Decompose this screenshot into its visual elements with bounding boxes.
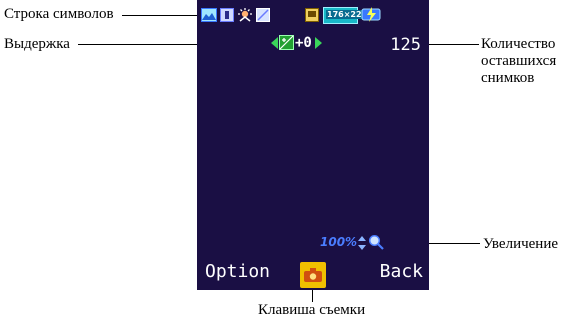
battery-charging-icon: [361, 7, 381, 22]
remaining-annotation: Количество оставшихся снимков: [481, 36, 556, 87]
remaining-annotation-line1: Количество: [481, 36, 556, 52]
exposure-left-arrow-icon[interactable]: [271, 37, 278, 49]
zoom-updown-arrows-icon[interactable]: [357, 235, 367, 251]
back-softkey[interactable]: Back: [380, 261, 423, 282]
memory-icon[interactable]: [305, 8, 319, 22]
exposure-annotation: Выдержка: [4, 36, 70, 52]
option-softkey[interactable]: Option: [205, 261, 270, 282]
camera-icon: [304, 268, 322, 282]
effect-off-icon[interactable]: [256, 8, 270, 22]
zoom-level: 100%: [320, 235, 358, 249]
resolution-icon[interactable]: 176×220: [323, 7, 369, 24]
shutter-key-annotation: Клавиша съемки: [258, 302, 366, 318]
magnifier-icon: [368, 234, 384, 250]
shutter-key-leader-line: [312, 288, 313, 302]
single-shot-icon[interactable]: [220, 8, 234, 22]
remaining-annotation-line3: снимков: [481, 70, 535, 86]
exposure-icon: [279, 35, 294, 50]
exposure-right-arrow-icon[interactable]: [315, 37, 322, 49]
status-bar-annotation: Строка символов: [4, 6, 114, 22]
zoom-annotation: Увеличение: [483, 236, 559, 252]
remaining-annotation-line2: оставшихся: [481, 53, 557, 69]
camera-viewfinder-screen: 176×220 +0 125 100% Option Back: [197, 0, 429, 290]
landscape-mode-icon[interactable]: [201, 8, 217, 22]
status-bar-leader-line: [122, 15, 205, 16]
remaining-leader-line: [428, 44, 479, 45]
remaining-shots-count: 125: [390, 35, 421, 55]
white-balance-icon[interactable]: [237, 7, 253, 23]
shutter-key-button[interactable]: [300, 262, 326, 288]
exposure-value: +0: [295, 35, 312, 51]
